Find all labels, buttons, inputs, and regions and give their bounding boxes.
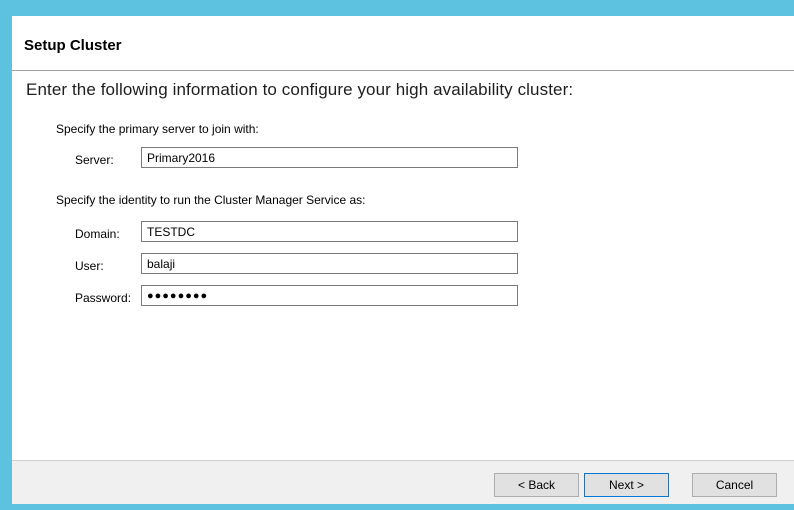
dialog-client-area: Setup Cluster Enter the following inform… <box>12 16 794 504</box>
server-input[interactable] <box>141 147 518 168</box>
domain-label: Domain: <box>75 227 120 241</box>
user-label: User: <box>75 259 104 273</box>
cancel-button[interactable]: Cancel <box>692 473 777 497</box>
server-label: Server: <box>75 153 114 167</box>
intro-text: Enter the following information to confi… <box>26 80 574 99</box>
form-content: Enter the following information to confi… <box>12 71 794 460</box>
window-title-bar[interactable] <box>0 0 794 16</box>
password-label: Password: <box>75 291 132 305</box>
dialog-window: Setup Cluster Enter the following inform… <box>0 0 794 510</box>
dialog-header: Setup Cluster <box>12 16 794 71</box>
primary-server-section-label: Specify the primary server to join with: <box>56 122 259 136</box>
button-bar: < Back Next > Cancel <box>12 460 794 504</box>
user-input[interactable] <box>141 253 518 274</box>
domain-input[interactable] <box>141 221 518 242</box>
next-button[interactable]: Next > <box>584 473 669 497</box>
back-button[interactable]: < Back <box>494 473 579 497</box>
page-title: Setup Cluster <box>24 37 122 54</box>
password-input[interactable] <box>141 285 518 306</box>
identity-section-label: Specify the identity to run the Cluster … <box>56 193 366 207</box>
